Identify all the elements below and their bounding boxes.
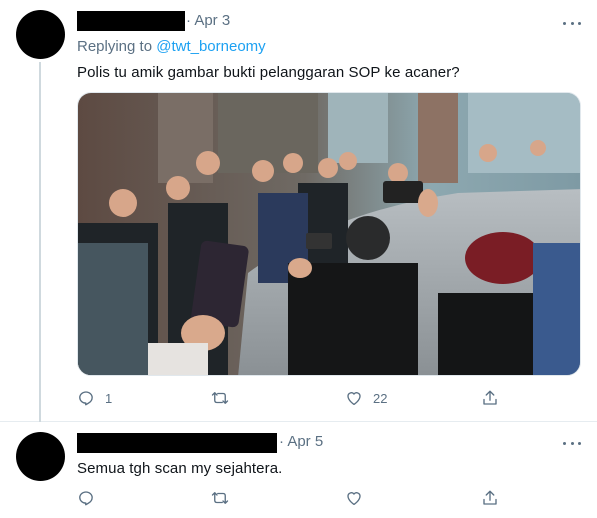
retweet-icon	[211, 392, 229, 404]
share-button[interactable]	[481, 388, 499, 408]
heart-icon	[347, 492, 361, 506]
reply-button[interactable]	[77, 488, 105, 508]
reply-icon	[79, 491, 93, 506]
tweet-actions	[77, 488, 507, 508]
like-button[interactable]	[345, 488, 373, 508]
share-icon	[483, 490, 497, 505]
heart-icon	[347, 392, 361, 406]
tweet-date[interactable]: · Apr 5	[279, 433, 323, 450]
tweet[interactable]: · Apr 5 Semua tgh scan my sejahtera.	[0, 423, 597, 518]
tweet-photo[interactable]	[77, 92, 581, 376]
crowd-photo	[78, 93, 580, 375]
share-icon	[483, 390, 497, 405]
tweet-date[interactable]: · Apr 3	[186, 12, 230, 29]
like-count: 22	[373, 390, 388, 406]
redacted-username	[77, 11, 185, 31]
share-button[interactable]	[481, 488, 499, 508]
more-icon[interactable]	[563, 14, 581, 32]
retweet-button[interactable]	[210, 388, 240, 408]
tweet-text: Polis tu amik gambar bukti pelanggaran S…	[77, 64, 460, 81]
tweet-text: Semua tgh scan my sejahtera.	[77, 460, 283, 477]
tweet[interactable]: · Apr 3 Replying to @twt_borneomy Polis …	[0, 0, 597, 422]
replying-handle-link[interactable]: @twt_borneomy	[156, 38, 265, 55]
reply-count: 1	[105, 390, 113, 406]
avatar[interactable]	[16, 10, 65, 59]
redacted-username	[77, 433, 277, 453]
reply-button[interactable]: 1	[77, 388, 112, 408]
more-icon[interactable]	[563, 434, 581, 452]
like-button[interactable]: 22	[345, 388, 387, 408]
reply-icon	[79, 391, 93, 406]
tweet-actions: 1 22	[77, 388, 507, 408]
retweet-icon	[211, 492, 229, 504]
replying-to: Replying to @twt_borneomy	[77, 38, 266, 55]
retweet-button[interactable]	[210, 488, 240, 508]
thread-connector-line	[39, 62, 41, 422]
replying-prefix: Replying to	[77, 38, 157, 55]
avatar[interactable]	[16, 432, 65, 481]
